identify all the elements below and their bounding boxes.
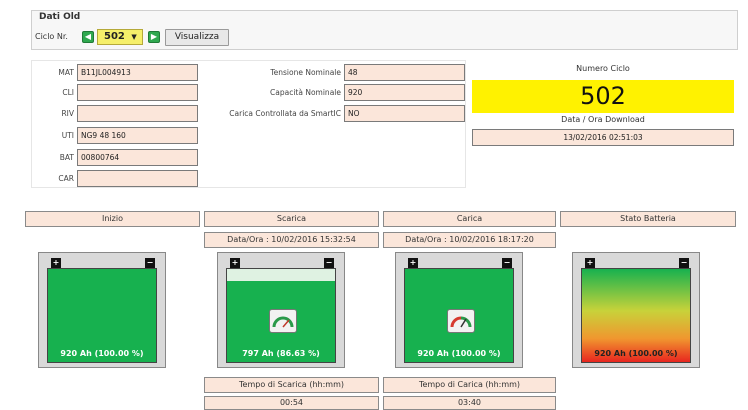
minus-terminal-icon: − <box>145 258 155 268</box>
visualizza-button[interactable]: Visualizza <box>165 29 229 46</box>
battery-stato: + − 920 Ah (100.00 %) <box>572 252 700 368</box>
numero-ciclo-value: 502 <box>472 80 734 113</box>
battery-label: 920 Ah (100.00 %) <box>594 349 678 358</box>
plus-terminal-icon: + <box>230 258 240 268</box>
tempo-scarica-value: 00:54 <box>204 396 379 410</box>
ciclo-label: Ciclo Nr. <box>35 32 68 41</box>
col-header-scarica: Scarica <box>204 211 379 227</box>
carica-date: Data/Ora : 10/02/2016 18:17:20 <box>383 232 556 248</box>
col-header-stato-batteria: Stato Batteria <box>560 211 736 227</box>
field-cli[interactable] <box>77 84 198 101</box>
battery-label: 920 Ah (100.00 %) <box>60 349 144 358</box>
plus-terminal-icon: + <box>585 258 595 268</box>
minus-terminal-icon: − <box>679 258 689 268</box>
field-label-bat: BAT <box>59 153 74 162</box>
charge-gauge-icon <box>447 309 475 333</box>
battery-label: 920 Ah (100.00 %) <box>417 349 501 358</box>
field-label-mat: MAT <box>58 68 74 77</box>
field-label-car: CAR <box>58 174 74 183</box>
download-label: Data / Ora Download <box>561 115 645 124</box>
col-header-carica: Carica <box>383 211 556 227</box>
field-bat[interactable]: 00800764 <box>77 149 198 166</box>
numero-ciclo-label: Numero Ciclo <box>576 64 630 73</box>
field-car[interactable] <box>77 170 198 187</box>
discharge-gauge-icon <box>269 309 297 333</box>
ciclo-select-value: 502 <box>104 31 125 42</box>
battery-body: 920 Ah (100.00 %) <box>581 268 691 363</box>
minus-terminal-icon: − <box>324 258 334 268</box>
battery-label: 797 Ah (86.63 %) <box>242 349 320 358</box>
battery-empty-portion <box>227 269 335 282</box>
plus-terminal-icon: + <box>408 258 418 268</box>
field-tensione-nominale[interactable]: 48 <box>344 64 465 81</box>
field-label-uti: UTI <box>61 131 74 140</box>
field-riv[interactable] <box>77 105 198 122</box>
field-capacita-nominale[interactable]: 920 <box>344 84 465 101</box>
prev-cycle-button[interactable]: ◀ <box>82 31 94 43</box>
ciclo-select[interactable]: 502 ▼ <box>97 29 143 45</box>
field-carica-controllata[interactable]: NO <box>344 105 465 122</box>
battery-body: 920 Ah (100.00 %) <box>47 268 157 363</box>
field-label-riv: RIV <box>61 109 74 118</box>
minus-terminal-icon: − <box>502 258 512 268</box>
next-cycle-button[interactable]: ▶ <box>148 31 160 43</box>
col-header-inizio: Inizio <box>25 211 200 227</box>
scarica-date: Data/Ora : 10/02/2016 15:32:54 <box>204 232 379 248</box>
field-label-cli: CLI <box>62 88 74 97</box>
field-uti[interactable]: NG9 48 160 <box>77 127 198 144</box>
download-value: 13/02/2016 02:51:03 <box>472 129 734 146</box>
label-capacita-nominale: Capacità Nominale <box>270 88 341 97</box>
tempo-carica-value: 03:40 <box>383 396 556 410</box>
field-mat[interactable]: B11JL004913 <box>77 64 198 81</box>
dati-old-title: Dati Old <box>39 12 81 22</box>
battery-body: 797 Ah (86.63 %) <box>226 268 336 363</box>
battery-body: 920 Ah (100.00 %) <box>404 268 514 363</box>
plus-terminal-icon: + <box>51 258 61 268</box>
tempo-carica-label: Tempo di Carica (hh:mm) <box>383 377 556 393</box>
label-tensione-nominale: Tensione Nominale <box>270 68 341 77</box>
battery-carica: + − 920 Ah (100.00 %) <box>395 252 523 368</box>
label-carica-controllata: Carica Controllata da SmartIC <box>229 109 341 118</box>
battery-inizio: + − 920 Ah (100.00 %) <box>38 252 166 368</box>
chevron-down-icon: ▼ <box>131 33 137 41</box>
tempo-scarica-label: Tempo di Scarica (hh:mm) <box>204 377 379 393</box>
battery-scarica: + − 797 Ah (86.63 %) <box>217 252 345 368</box>
